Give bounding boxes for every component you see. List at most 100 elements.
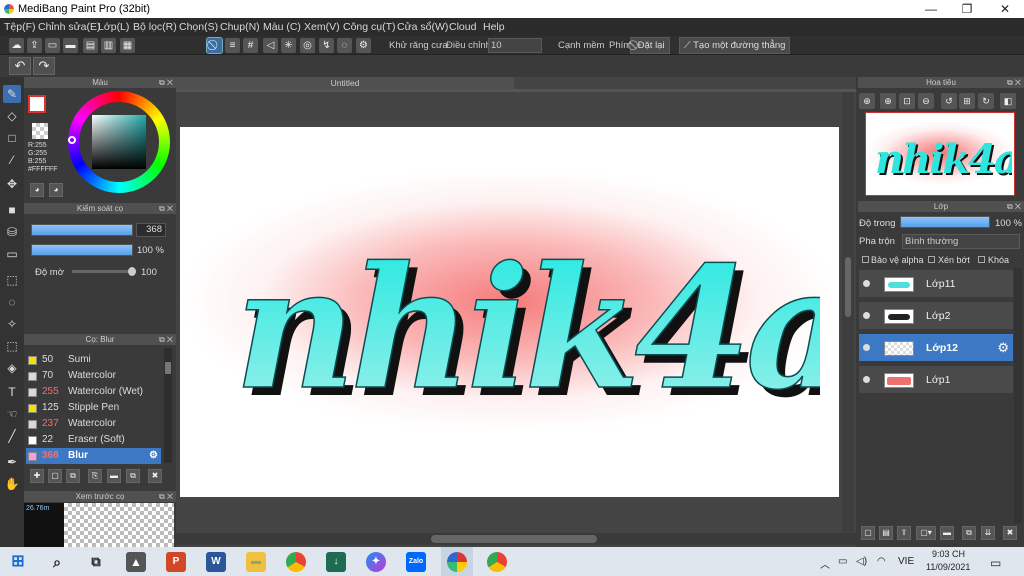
fill-rect-tool-icon[interactable]: ■ [3, 201, 21, 219]
task-view-icon[interactable]: ⧉ [86, 552, 106, 572]
duplicate-icon[interactable]: ⧉ [126, 469, 140, 483]
eraser-tool-icon[interactable]: ◇ [3, 107, 21, 125]
volume-icon[interactable]: ◁) [856, 556, 867, 567]
grid-icon[interactable]: ▦ [120, 38, 135, 53]
add-brush-icon[interactable]: ✚ [30, 469, 44, 483]
brush-settings-icon[interactable]: ⚙ [149, 448, 158, 464]
canvas-vscroll[interactable] [842, 92, 854, 532]
layer-folder-icon[interactable]: ▬ [940, 526, 954, 540]
delete-layer-icon[interactable]: ✖ [1003, 526, 1017, 540]
panel-close-icon[interactable]: ⧉ ✕ [159, 203, 173, 214]
zoom-out-icon[interactable]: ⊖ [918, 93, 934, 109]
panel-close-icon[interactable]: ⧉ ✕ [159, 334, 173, 345]
visibility-icon[interactable] [863, 280, 870, 287]
curve-snap-icon[interactable]: ↯ [319, 38, 334, 53]
copy-brush-icon[interactable]: ⧉ [66, 469, 80, 483]
document-tab[interactable]: Untitled [176, 77, 514, 89]
grid-snap-icon[interactable]: # [243, 38, 258, 53]
clock-time[interactable]: 9:03 CH [932, 549, 965, 559]
menu-layer[interactable]: Lớp(L) [98, 21, 129, 33]
notification-icon[interactable]: ▭ [990, 556, 1001, 570]
layer-row-lop1[interactable]: Lớp1 [859, 366, 1013, 394]
layer-row-lop12[interactable]: Lớp12 ⚙ [859, 334, 1013, 362]
hue-wheel[interactable] [68, 91, 170, 193]
powerpoint-icon[interactable]: P [166, 552, 186, 572]
gradient-tool-icon[interactable]: ▭ [3, 245, 21, 263]
menu-help[interactable]: Help [483, 21, 505, 33]
brush-item[interactable]: 22 Eraser (Soft) [26, 432, 161, 448]
eyedropper-tool-icon[interactable]: ✒ [3, 453, 21, 471]
brush-opacity-slider[interactable] [31, 244, 133, 256]
hand-tool-icon[interactable]: ✋ [3, 475, 21, 493]
visibility-icon[interactable] [863, 376, 870, 383]
menu-tools[interactable]: Công cụ(T) [343, 21, 396, 33]
palette-alt-icon[interactable]: ◕ [49, 183, 63, 197]
menu-file[interactable]: Tệp(F) [4, 21, 36, 33]
comment-icon[interactable]: ▬ [63, 38, 78, 53]
rectangle-tool-icon[interactable]: □ [3, 129, 21, 147]
brush-item[interactable]: 237 Watercolor [26, 416, 161, 432]
new-halftone-layer-icon[interactable]: ▤ [879, 526, 893, 540]
menu-filter[interactable]: Bộ lọc(R) [133, 21, 177, 33]
menu-edit[interactable]: Chỉnh sửa(E) [38, 21, 100, 33]
language-indicator[interactable]: VIE [898, 556, 914, 567]
lasso-tool-icon[interactable]: ◌ [3, 293, 21, 311]
palette-icon[interactable]: ◕ [30, 183, 44, 197]
no-snap-icon[interactable]: ⃠ [206, 37, 223, 54]
photos-icon[interactable]: ▲ [126, 552, 146, 572]
magic-wand-tool-icon[interactable]: ✧ [3, 315, 21, 333]
lock-checkbox[interactable] [978, 256, 985, 263]
zalo-icon[interactable]: Zalo [406, 552, 426, 572]
brush-item[interactable]: 50 Sumi [26, 352, 161, 368]
layer-opacity-slider[interactable] [900, 216, 990, 228]
circle-snap-icon[interactable]: ◎ [300, 38, 315, 53]
undo-button[interactable]: ↶ [9, 57, 31, 75]
rotate-right-icon[interactable]: ↻ [978, 93, 994, 109]
protect-alpha-checkbox[interactable] [862, 256, 869, 263]
visibility-icon[interactable] [863, 344, 870, 351]
minimize-button[interactable]: — [916, 1, 946, 17]
brush-item[interactable]: 255 Watercolor (Wet) [26, 384, 161, 400]
canvas-hscroll-thumb[interactable] [431, 535, 597, 543]
share-icon[interactable]: ⇪ [27, 38, 42, 53]
text-tool-icon[interactable]: T [3, 383, 21, 401]
zoom-in-icon[interactable]: ⊕ [880, 93, 896, 109]
chrome-alt-icon[interactable] [487, 552, 507, 572]
canvas-hscroll[interactable] [176, 533, 856, 545]
panel-close-icon[interactable]: ⧉ ✕ [159, 491, 173, 502]
panel-close-icon[interactable]: ⧉ ✕ [1007, 77, 1021, 88]
bucket-tool-icon[interactable]: ⛁ [3, 223, 21, 241]
rotate-left-icon[interactable]: ↺ [941, 93, 957, 109]
ellipse-snap-icon[interactable]: ◌ [337, 38, 352, 53]
visibility-icon[interactable] [863, 312, 870, 319]
secondary-color-swatch[interactable] [32, 123, 48, 139]
zoom-icon[interactable]: ⊕ [859, 93, 875, 109]
operation-tool-icon[interactable]: ☜ [3, 405, 21, 423]
messenger-icon[interactable]: ✦ [366, 552, 386, 572]
save-brush-icon[interactable]: ⎘ [88, 469, 102, 483]
new-brush-icon[interactable]: ▢ [48, 469, 62, 483]
drawing-canvas[interactable]: nhik4a nhik4a [180, 127, 839, 497]
redo-button[interactable]: ↷ [33, 57, 55, 75]
reset-button[interactable]: ⃠ Đặt lại [630, 37, 670, 54]
trash-icon[interactable]: ✖ [148, 469, 162, 483]
parallel-snap-icon[interactable]: ≡ [225, 38, 240, 53]
panel-close-icon[interactable]: ⧉ ✕ [159, 77, 173, 88]
page-icon[interactable]: ▤ [83, 38, 98, 53]
brush-tool-icon[interactable]: ✎ [3, 85, 21, 103]
move-tool-icon[interactable]: ✥ [3, 175, 21, 193]
navigator-preview[interactable]: nhik4a nhik4a [865, 112, 1015, 196]
select-rect-tool-icon[interactable]: ⬚ [3, 271, 21, 289]
saturation-square[interactable] [92, 115, 146, 169]
new-layer-icon[interactable]: ▢ [861, 526, 875, 540]
close-button[interactable]: ✕ [990, 1, 1020, 17]
battery-icon[interactable]: ▭ [838, 556, 847, 567]
layer-row-lop2[interactable]: Lớp2 [859, 302, 1013, 330]
menu-color[interactable]: Màu (C) [263, 21, 301, 33]
chrome-icon[interactable] [286, 552, 306, 572]
import-layer-icon[interactable]: ⇪ [897, 526, 911, 540]
select-eraser-tool-icon[interactable]: ◈ [3, 359, 21, 377]
dot-tool-icon[interactable]: ⁄ [3, 151, 21, 169]
canvas-vscroll-thumb[interactable] [845, 257, 851, 317]
primary-color-swatch[interactable] [28, 95, 46, 113]
